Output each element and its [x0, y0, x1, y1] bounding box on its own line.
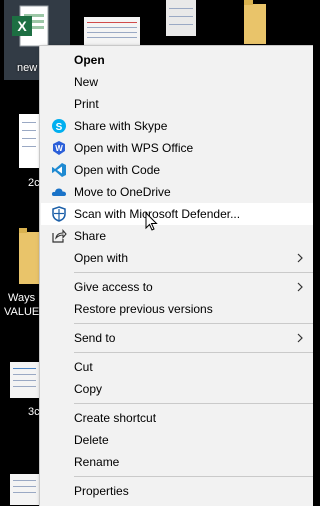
menu-item-send-to[interactable]: Send to: [41, 327, 313, 349]
share-icon: [52, 229, 67, 243]
menu-separator: [74, 476, 313, 477]
vscode-icon: [52, 163, 66, 177]
desktop-document-thumbnail[interactable]: [84, 17, 140, 47]
desktop-document-thumbnail-4[interactable]: [10, 474, 39, 505]
menu-item-open[interactable]: Open: [41, 49, 313, 71]
menu-item-label: Give access to: [74, 280, 153, 294]
menu-item-cut[interactable]: Cut: [41, 356, 313, 378]
menu-item-label: Open with WPS Office: [74, 141, 194, 155]
desktop-folder-icon[interactable]: [244, 0, 266, 44]
desktop-file-label-2c[interactable]: 2c: [28, 177, 40, 190]
menu-item-label: Send to: [74, 331, 116, 345]
desktop-file-label-value[interactable]: VALUE: [4, 306, 39, 319]
menu-item-create-shortcut[interactable]: Create shortcut: [41, 407, 313, 429]
desktop-folder-icon-2[interactable]: [19, 228, 39, 284]
menu-item-open-with-code[interactable]: Open with Code: [41, 159, 313, 181]
menu-item-move-to-onedrive[interactable]: Move to OneDrive: [41, 181, 313, 203]
menu-item-open-with-wps-office[interactable]: W Open with WPS Office: [41, 137, 313, 159]
menu-separator: [74, 272, 313, 273]
menu-item-label: Print: [74, 97, 99, 111]
menu-item-label: Open with Code: [74, 163, 161, 177]
menu-item-label: New: [74, 75, 99, 89]
onedrive-icon: [51, 188, 66, 196]
svg-text:W: W: [55, 144, 63, 153]
skype-icon: S: [52, 119, 66, 133]
menu-item-label: Properties: [74, 484, 129, 498]
menu-item-restore-previous-versions[interactable]: Restore previous versions: [41, 298, 313, 320]
menu-item-share-with-skype[interactable]: S Share with Skype: [41, 115, 313, 137]
menu-item-label: Rename: [74, 455, 120, 469]
menu-item-label: Restore previous versions: [74, 302, 213, 316]
menu-separator: [74, 352, 313, 353]
menu-item-scan-with-microsoft-defender[interactable]: Scan with Microsoft Defender...: [41, 203, 313, 225]
desktop-document-thumbnail-3[interactable]: [10, 362, 39, 398]
menu-item-share[interactable]: Share: [41, 225, 313, 247]
wps-office-icon: W: [53, 141, 65, 155]
mouse-pointer-icon: [145, 212, 158, 231]
menu-item-label: Create shortcut: [74, 411, 157, 425]
menu-item-label: Share: [74, 229, 107, 243]
menu-item-properties[interactable]: Properties: [41, 480, 313, 502]
desktop-file-label-new[interactable]: new: [17, 62, 37, 75]
menu-item-label: Cut: [74, 360, 93, 374]
menu-item-give-access-to[interactable]: Give access to: [41, 276, 313, 298]
desktop-document-thumbnail-2[interactable]: [19, 114, 39, 168]
menu-item-label: Share with Skype: [74, 119, 168, 133]
desktop-file-label-3c[interactable]: 3c: [28, 406, 40, 419]
desktop-file-label-ways[interactable]: Ways: [8, 292, 35, 305]
defender-shield-icon: [52, 206, 66, 222]
menu-item-delete[interactable]: Delete: [41, 429, 313, 451]
chevron-right-icon: [297, 333, 303, 343]
menu-item-label: Open: [74, 53, 105, 67]
desktop-thumbnail-3[interactable]: [166, 0, 196, 36]
svg-text:S: S: [56, 122, 63, 133]
menu-item-label: Delete: [74, 433, 109, 447]
menu-item-rename[interactable]: Rename: [41, 451, 313, 473]
menu-separator: [74, 323, 313, 324]
svg-text:X: X: [17, 18, 27, 34]
menu-separator: [74, 403, 313, 404]
chevron-right-icon: [297, 282, 303, 292]
menu-item-new[interactable]: New: [41, 71, 313, 93]
chevron-right-icon: [297, 253, 303, 263]
menu-item-copy[interactable]: Copy: [41, 378, 313, 400]
context-menu: Open New Print S Share with Skype W Open…: [39, 45, 313, 506]
menu-item-label: Open with: [74, 251, 129, 265]
menu-item-label: Move to OneDrive: [74, 185, 171, 199]
menu-item-label: Copy: [74, 382, 103, 396]
menu-item-print[interactable]: Print: [41, 93, 313, 115]
menu-item-open-with[interactable]: Open with: [41, 247, 313, 269]
